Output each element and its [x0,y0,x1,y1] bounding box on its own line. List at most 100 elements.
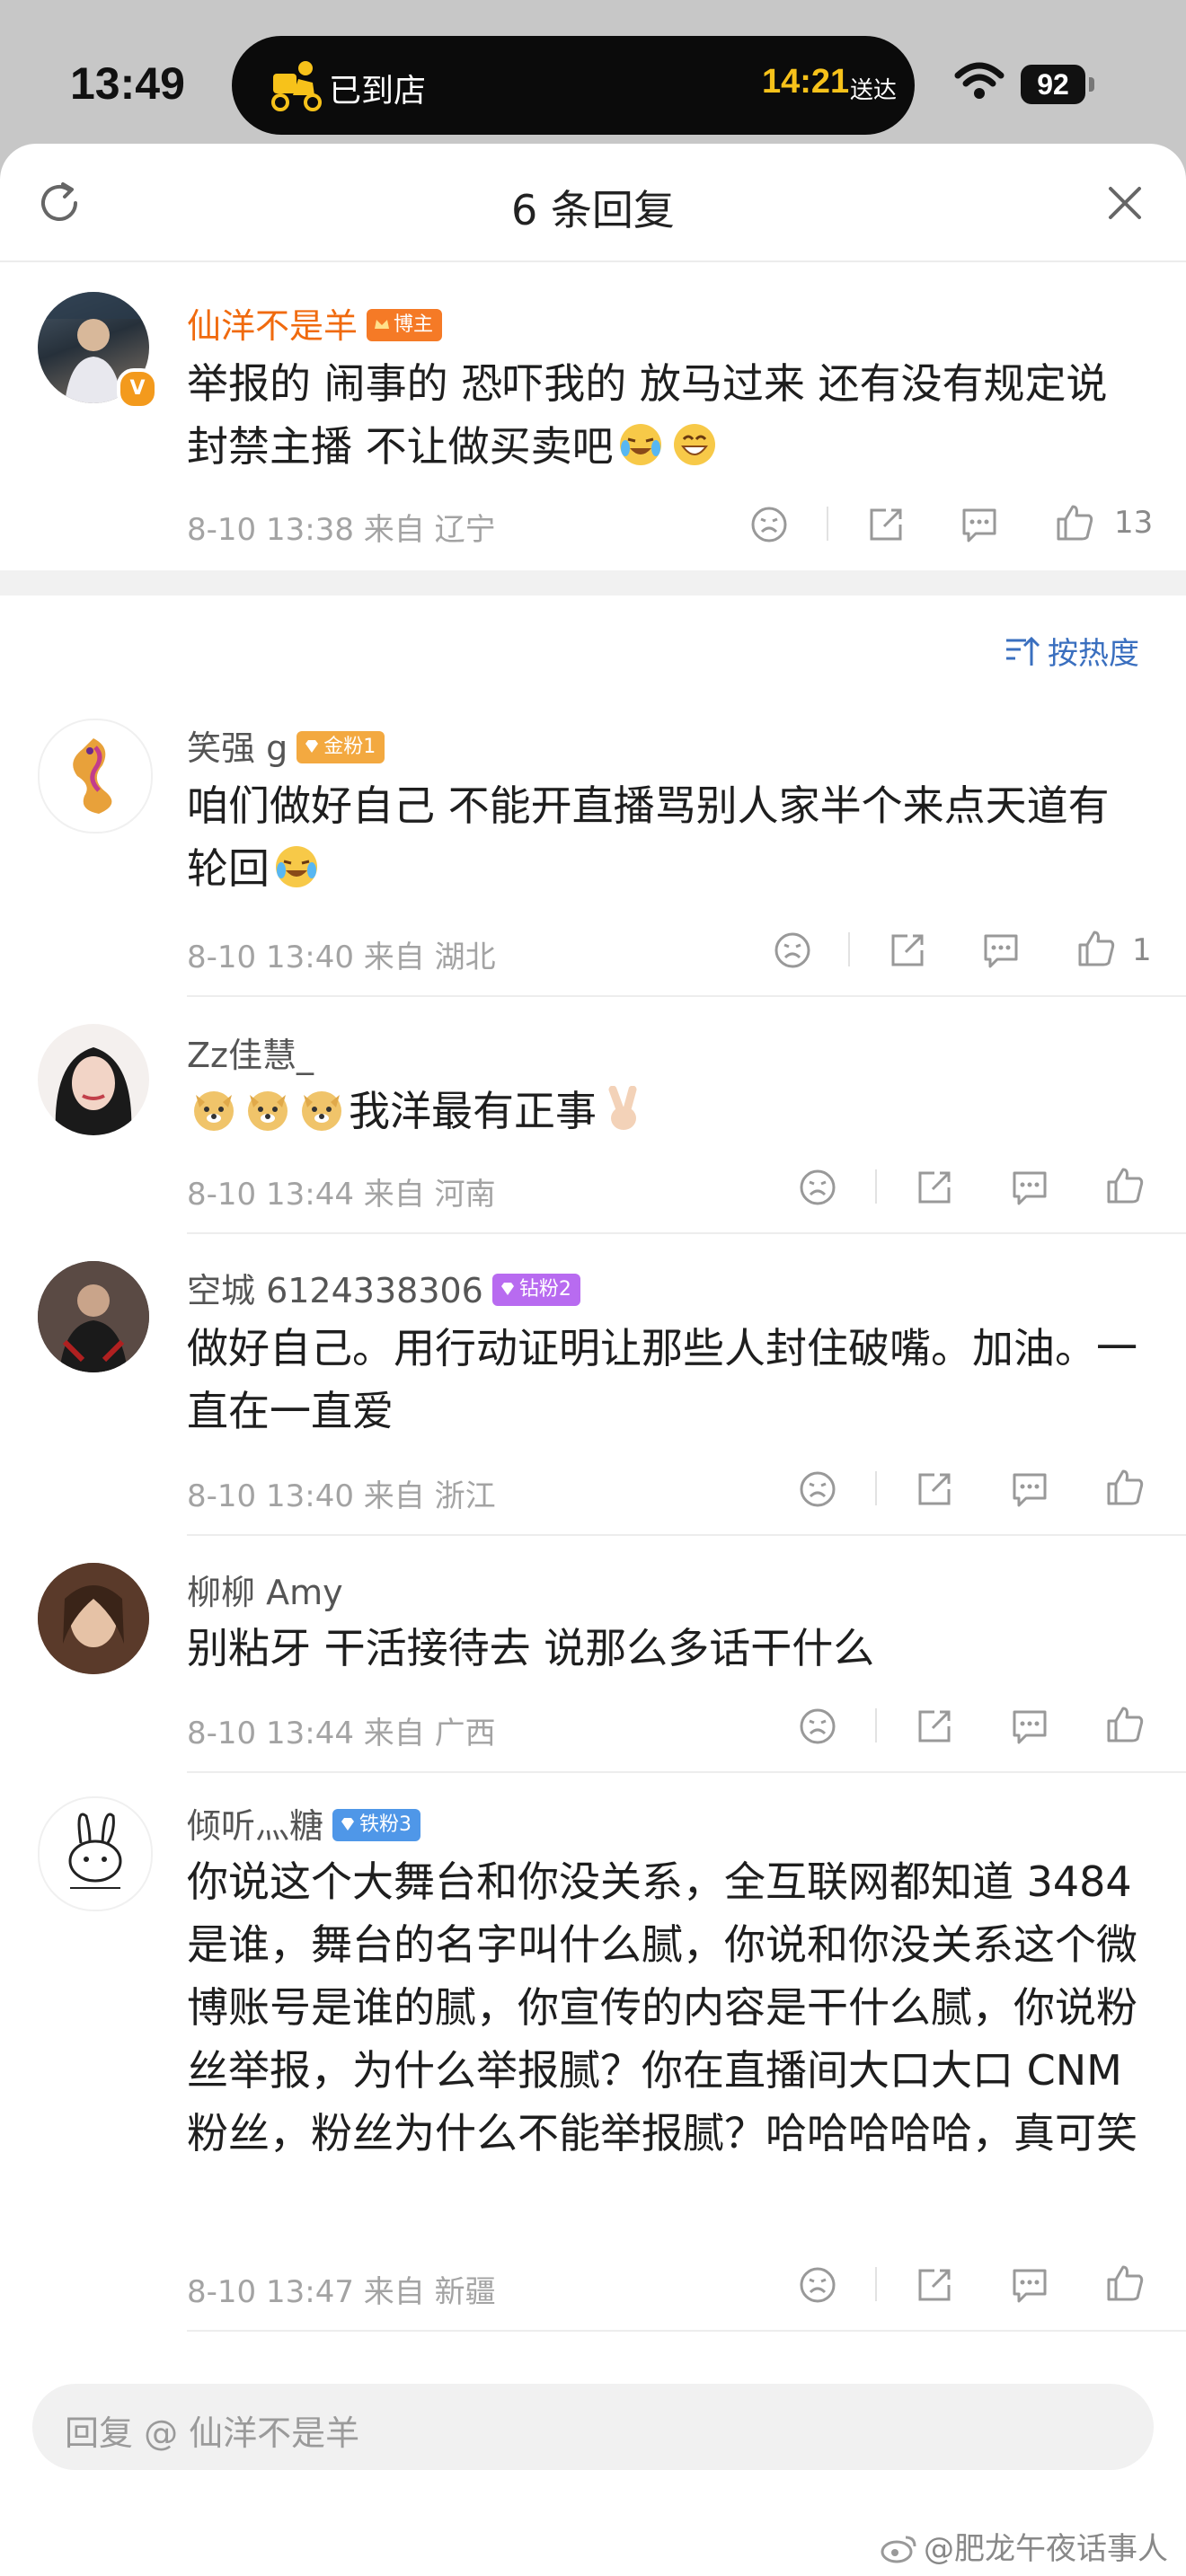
share-icon[interactable] [915,2265,954,2305]
dynamic-island[interactable]: 已到店 14:21 送达 [232,36,915,135]
action-separator [848,932,850,966]
share-icon[interactable] [915,1707,954,1746]
thumbs-up-icon[interactable] [1105,1166,1145,1205]
comment-author[interactable]: 空城 6124338306 钻粉2 [187,1263,580,1312]
comment-author[interactable]: 柳柳 Amy [187,1565,343,1614]
comment-author[interactable]: 笑强 g 金粉1 [187,720,385,770]
author-name[interactable]: 仙洋不是羊 [187,306,358,346]
comment-text: 做好自己。用行动证明让那些人封住破嘴。加油。一直在一直爱 [187,1324,1137,1435]
avatar-illustration [55,1047,132,1135]
blogger-badge: 博主 [367,308,443,341]
badge-label: 钻粉2 [518,1277,571,1301]
avatar[interactable] [38,1261,149,1372]
comment-icon[interactable] [1010,1707,1049,1746]
fan-level-badge: 钻粉2 [491,1273,580,1306]
sort-icon [1006,636,1040,666]
thumbs-up-icon[interactable] [1105,1468,1145,1507]
wifi-icon [954,62,1005,99]
like-count: 13 [1114,505,1154,541]
comment-text: 我洋最有正事 [187,1080,1139,1142]
dislike-face-icon[interactable] [773,931,812,970]
thumbs-up-icon[interactable] [1055,503,1094,543]
comment-icon[interactable] [1010,2265,1049,2305]
comment-icon[interactable] [1010,1168,1049,1207]
comment-meta: 8-10 13:38 来自 辽宁 [187,512,496,548]
badge-label: 铁粉3 [359,1813,412,1836]
thumbs-up-icon[interactable] [1105,2263,1145,2303]
comment-icon[interactable] [981,931,1021,970]
sort-by-hot-button[interactable]: 按热度 [1005,629,1139,673]
watermark-text: @肥龙午夜话事人 [924,2531,1168,2567]
clock: 13:49 [70,58,185,109]
action-separator [827,507,828,541]
row-divider [187,1534,1186,1536]
avatar-photo [38,1261,149,1372]
row-divider [187,2330,1186,2332]
original-comment: V 仙洋不是羊 博主 举报的 闹事的 恐吓我的 放马过来 还有没有规定说封禁主播 … [0,144,1186,570]
comment-text: 咱们做好自己 不能开直播骂别人家半个来点天道有轮回 [187,774,1139,900]
comment-meta: 8-10 13:47 来自 新疆 [187,2274,496,2310]
battery-tip [1089,77,1094,92]
avatar[interactable] [38,1796,153,1911]
diamond-icon [305,739,319,753]
comment-meta: 8-10 13:44 来自 广西 [187,1716,496,1751]
avatar[interactable] [38,1563,149,1674]
comment-icon[interactable] [960,505,999,544]
avatar[interactable] [38,1024,149,1135]
delivery-eta-label: 送达 [850,77,898,104]
comment-meta: 8-10 13:44 来自 河南 [187,1177,496,1213]
weibo-logo-icon [881,2536,916,2563]
delivery-scooter-icon [271,61,322,111]
reply-input[interactable]: 回复 @ 仙洋不是羊 [32,2384,1154,2470]
fan-level-badge: 铁粉3 [332,1808,421,1841]
reply-input-placeholder: 回复 @ 仙洋不是羊 [65,2413,360,2453]
action-separator [875,1169,877,1204]
replies-sheet: 6 条回复 V 仙洋不是羊 博主 举报的 闹事的 恐吓我的 放马过来 还有没有规定… [0,144,1186,2576]
author-name[interactable]: 空城 6124338306 [187,1271,483,1310]
comment-meta: 8-10 13:40 来自 浙江 [187,1478,496,1514]
section-divider [0,570,1186,595]
delivery-eta: 14:21 [762,63,850,101]
dislike-face-icon[interactable] [798,1168,837,1207]
badge-label: 金粉1 [323,735,376,758]
weibo-watermark: @肥龙午夜话事人 [881,2524,1168,2568]
like-count: 1 [1132,932,1152,968]
diamond-icon [500,1282,514,1295]
action-separator [875,1471,877,1505]
fan-level-badge: 金粉1 [296,730,385,763]
badge-label: 博主 [394,313,434,336]
row-divider [187,1771,1186,1773]
doge-emoji-icon [194,1091,234,1131]
comment-text-content: 我洋最有正事 [349,1087,597,1135]
row-divider [187,995,1186,997]
avatar-cartoon-rabbit [68,1813,122,1889]
share-icon[interactable] [915,1469,954,1509]
author-name[interactable]: 笑强 g [187,728,288,768]
avatar[interactable] [38,719,153,834]
dislike-face-icon[interactable] [798,1469,837,1509]
avatar-photo [38,1563,149,1674]
comment-author[interactable]: 倾听灬糖 铁粉3 [187,1798,421,1848]
share-icon[interactable] [866,505,906,544]
thumbs-up-icon[interactable] [1076,929,1116,968]
share-icon[interactable] [915,1168,954,1207]
comment-author[interactable]: 仙洋不是羊 博主 [187,298,443,348]
share-icon[interactable] [888,931,927,970]
dislike-face-icon[interactable] [749,505,789,544]
comment-author[interactable]: Zz佳慧_ [187,1028,314,1077]
comment-icon[interactable] [1010,1469,1049,1509]
avatar-dragon-image [73,738,112,814]
status-bar: 13:49 已到店 14:21 送达 92 [0,0,1186,153]
laugh-cry-emoji-icon [619,424,661,465]
diamond-icon [341,1817,355,1831]
dislike-face-icon[interactable] [798,1707,837,1746]
thumbs-up-icon[interactable] [1105,1705,1145,1744]
comment-text: 你说这个大舞台和你没关系，全互联网都知道 3484是谁，舞台的名字叫什么腻，你说… [187,1857,1137,2157]
doge-emoji-icon [302,1091,341,1131]
action-separator [875,1708,877,1742]
dislike-face-icon[interactable] [798,2265,837,2305]
row-divider [187,1232,1186,1234]
doge-emoji-icon [248,1091,288,1131]
author-name[interactable]: 倾听灬糖 [187,1806,323,1846]
comment-meta: 8-10 13:40 来自 湖北 [187,940,496,975]
